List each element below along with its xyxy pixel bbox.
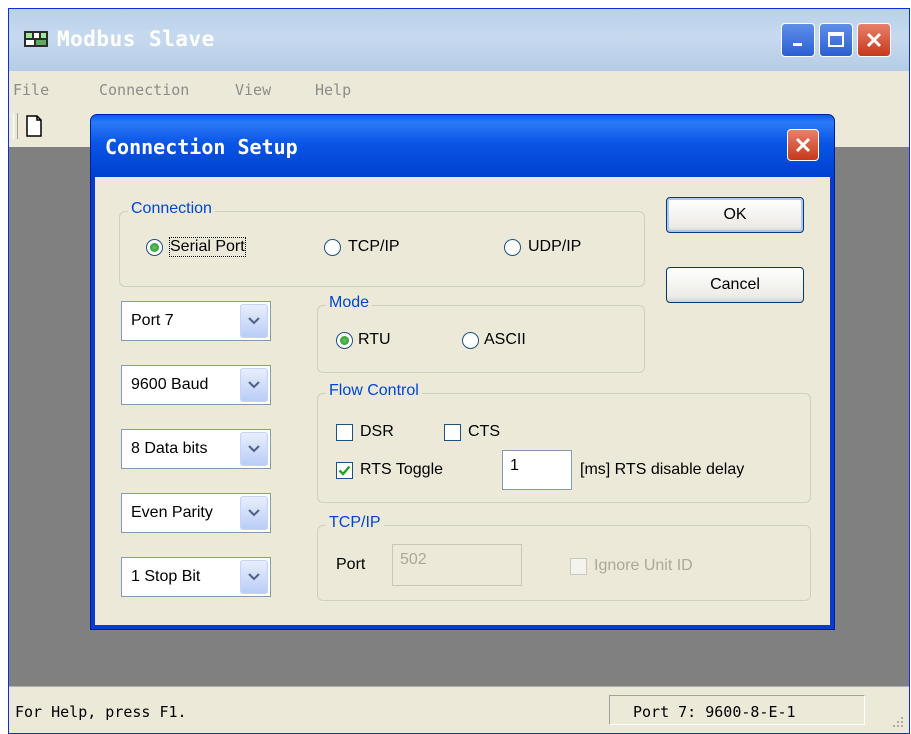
- title-bar[interactable]: Modbus Slave: [9, 9, 909, 71]
- close-icon: [795, 137, 811, 153]
- radio-tcpip[interactable]: [324, 239, 341, 256]
- data-bits-select[interactable]: 8 Data bits: [121, 429, 271, 469]
- dsr-checkbox[interactable]: [336, 424, 353, 441]
- rts-delay-label: [ms] RTS disable delay: [580, 461, 745, 478]
- baud-select[interactable]: 9600 Baud: [121, 365, 271, 405]
- ok-button[interactable]: OK: [666, 197, 804, 233]
- baud-select-value: 9600 Baud: [131, 376, 209, 393]
- minimize-button[interactable]: [781, 23, 815, 57]
- dsr-label[interactable]: DSR: [360, 423, 394, 441]
- dialog-title-bar[interactable]: Connection Setup: [91, 115, 834, 177]
- menu-connection[interactable]: Connection: [99, 81, 189, 99]
- tcpip-group-title: TCP/IP: [326, 514, 384, 532]
- menu-bar: File Connection View Help: [9, 71, 909, 108]
- port-select[interactable]: Port 7: [121, 301, 271, 341]
- resize-grip-icon[interactable]: [889, 713, 905, 729]
- radio-udpip[interactable]: [504, 239, 521, 256]
- ignore-unit-id-label[interactable]: Ignore Unit ID: [594, 557, 693, 575]
- mode-group-title: Mode: [326, 294, 373, 312]
- cts-label[interactable]: CTS: [468, 423, 500, 441]
- stop-bits-select-value: 1 Stop Bit: [131, 568, 201, 585]
- chevron-down-icon[interactable]: [240, 368, 268, 402]
- status-help-text: For Help, press F1.: [15, 703, 187, 721]
- port-select-value: Port 7: [131, 312, 174, 329]
- radio-serial-port-label[interactable]: Serial Port: [169, 237, 246, 257]
- rts-delay-input[interactable]: 1: [502, 450, 572, 490]
- rts-toggle-checkbox[interactable]: [336, 462, 353, 479]
- radio-ascii-label[interactable]: ASCII: [484, 331, 526, 349]
- tcpip-port-input[interactable]: 502: [392, 544, 522, 586]
- connection-setup-dialog: Connection Setup Connection Serial Port …: [90, 114, 835, 630]
- parity-select-value: Even Parity: [131, 504, 213, 521]
- stop-bits-select[interactable]: 1 Stop Bit: [121, 557, 271, 597]
- close-icon: [866, 32, 882, 48]
- app-icon: [23, 29, 49, 49]
- tcpip-port-label: Port: [336, 556, 366, 573]
- radio-ascii[interactable]: [462, 332, 479, 349]
- chevron-down-icon[interactable]: [240, 432, 268, 466]
- menu-help[interactable]: Help: [315, 81, 351, 99]
- maximize-button[interactable]: [819, 23, 853, 57]
- status-bar: For Help, press F1. Port 7: 9600-8-E-1: [9, 686, 909, 733]
- ignore-unit-id-checkbox[interactable]: [570, 558, 587, 575]
- checkmark-icon: [338, 465, 351, 476]
- radio-rtu-label[interactable]: RTU: [358, 331, 391, 349]
- dialog-body: Connection Serial Port TCP/IP UDP/IP OK …: [95, 177, 830, 625]
- tcpip-group: TCP/IP Port 502 Ignore Unit ID: [317, 514, 811, 601]
- radio-rtu[interactable]: [336, 332, 353, 349]
- chevron-down-icon[interactable]: [240, 304, 268, 338]
- minimize-icon: [793, 43, 802, 46]
- toolbar-grip[interactable]: [13, 113, 18, 139]
- radio-tcpip-label[interactable]: TCP/IP: [348, 238, 400, 256]
- data-bits-select-value: 8 Data bits: [131, 440, 208, 457]
- new-document-icon[interactable]: [25, 115, 43, 142]
- close-button[interactable]: [857, 23, 891, 57]
- connection-group: Connection Serial Port TCP/IP UDP/IP: [119, 200, 645, 287]
- menu-view[interactable]: View: [235, 81, 271, 99]
- mode-group: Mode RTU ASCII: [317, 294, 645, 373]
- dialog-title: Connection Setup: [105, 135, 298, 159]
- flow-control-group: Flow Control DSR CTS RTS Toggle 1 [ms] R…: [317, 382, 811, 503]
- maximize-icon: [828, 32, 844, 47]
- parity-select[interactable]: Even Parity: [121, 493, 271, 533]
- cts-checkbox[interactable]: [444, 424, 461, 441]
- chevron-down-icon[interactable]: [240, 560, 268, 594]
- connection-group-title: Connection: [128, 200, 215, 218]
- cancel-button[interactable]: Cancel: [666, 267, 804, 303]
- radio-serial-port[interactable]: [146, 239, 163, 256]
- flow-control-group-title: Flow Control: [326, 382, 422, 400]
- menu-file[interactable]: File: [13, 81, 49, 99]
- status-port-text: Port 7: 9600-8-E-1: [633, 703, 796, 721]
- rts-toggle-label[interactable]: RTS Toggle: [360, 461, 443, 479]
- radio-udpip-label[interactable]: UDP/IP: [528, 238, 581, 256]
- window-title: Modbus Slave: [57, 27, 215, 51]
- chevron-down-icon[interactable]: [240, 496, 268, 530]
- dialog-close-button[interactable]: [787, 129, 819, 161]
